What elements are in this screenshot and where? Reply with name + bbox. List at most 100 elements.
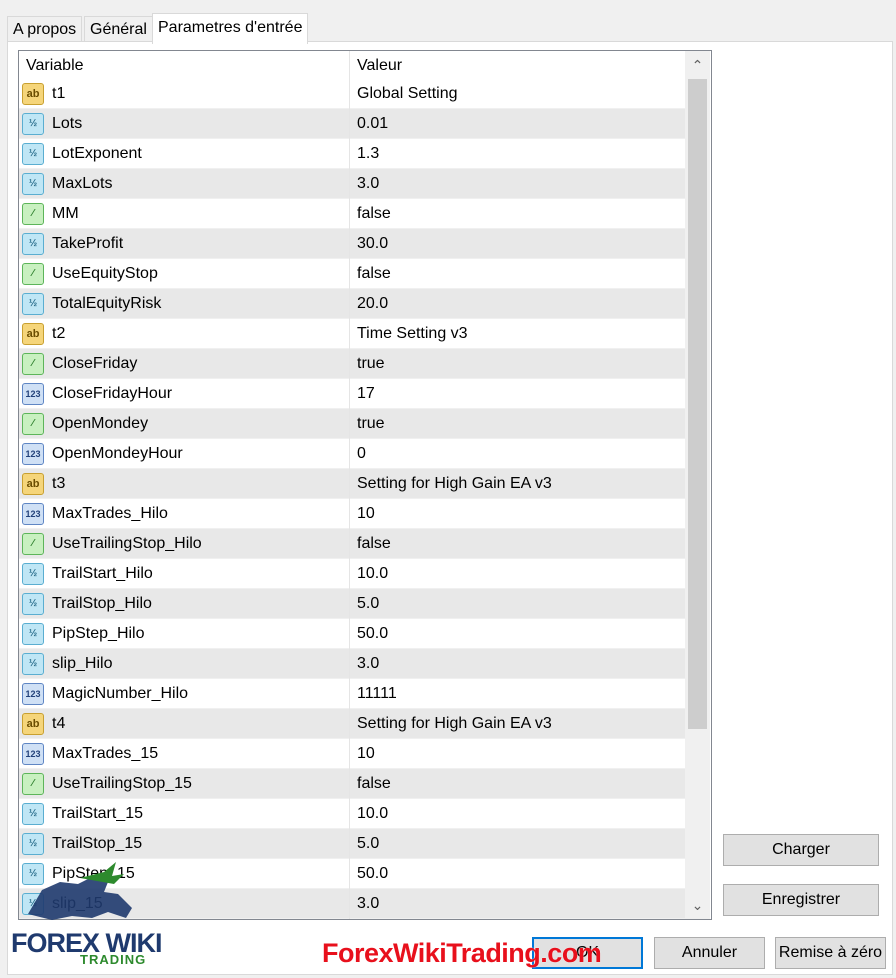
double-glyph: ½ — [22, 173, 44, 195]
double-type-icon: ½ — [22, 143, 44, 165]
string-glyph: ab — [22, 713, 44, 735]
double-type-icon: ½ — [22, 293, 44, 315]
variable-value[interactable]: 3.0 — [350, 889, 685, 919]
table-row[interactable]: ½ TrailStart_15 10.0 — [19, 799, 685, 829]
table-row[interactable]: ⁄ UseTrailingStop_15 false — [19, 769, 685, 799]
variable-value[interactable]: 0.01 — [350, 109, 685, 139]
variable-value[interactable]: 50.0 — [350, 859, 685, 889]
bool-glyph: ⁄ — [22, 533, 44, 555]
double-type-icon: ½ — [22, 233, 44, 255]
variable-name: t1 — [52, 79, 350, 109]
int-glyph: 123 — [22, 683, 44, 705]
double-type-icon: ½ — [22, 833, 44, 855]
table-row[interactable]: 123 CloseFridayHour 17 — [19, 379, 685, 409]
double-glyph: ½ — [22, 863, 44, 885]
string-glyph: ab — [22, 473, 44, 495]
variable-name: UseEquityStop — [52, 259, 350, 289]
table-row[interactable]: 123 MaxTrades_15 10 — [19, 739, 685, 769]
int-glyph: 123 — [22, 503, 44, 525]
tab-general[interactable]: Général — [84, 16, 153, 43]
variable-name: UseTrailingStop_15 — [52, 769, 350, 799]
ok-button[interactable]: OK — [532, 937, 643, 969]
variable-value[interactable]: Setting for High Gain EA v3 — [350, 469, 685, 499]
int-type-icon: 123 — [22, 503, 44, 525]
int-type-icon: 123 — [22, 743, 44, 765]
double-glyph: ½ — [22, 593, 44, 615]
table-row[interactable]: ⁄ UseEquityStop false — [19, 259, 685, 289]
variable-value[interactable]: 10 — [350, 499, 685, 529]
table-row[interactable]: ab t4 Setting for High Gain EA v3 — [19, 709, 685, 739]
variable-value[interactable]: 10 — [350, 739, 685, 769]
variable-value[interactable]: 17 — [350, 379, 685, 409]
vertical-scrollbar[interactable]: ⌃ ⌄ — [685, 51, 710, 919]
column-header-value[interactable]: Valeur — [350, 51, 685, 79]
table-row[interactable]: ab t3 Setting for High Gain EA v3 — [19, 469, 685, 499]
variable-value[interactable]: false — [350, 769, 685, 799]
variable-value[interactable]: 11111 — [350, 679, 685, 709]
table-row[interactable]: ab t2 Time Setting v3 — [19, 319, 685, 349]
scroll-down-button[interactable]: ⌄ — [685, 891, 710, 919]
variable-name: t2 — [52, 319, 350, 349]
tab-about[interactable]: A propos — [7, 16, 83, 43]
table-row[interactable]: ab t1 Global Setting — [19, 79, 685, 109]
bool-glyph: ⁄ — [22, 263, 44, 285]
scroll-up-button[interactable]: ⌃ — [685, 51, 710, 79]
variable-value[interactable]: false — [350, 529, 685, 559]
tab-input-parameters[interactable]: Parametres d'entrée — [152, 13, 309, 44]
table-row[interactable]: ½ TrailStart_Hilo 10.0 — [19, 559, 685, 589]
double-type-icon: ½ — [22, 623, 44, 645]
table-row[interactable]: ⁄ CloseFriday true — [19, 349, 685, 379]
table-row[interactable]: 123 MagicNumber_Hilo 11111 — [19, 679, 685, 709]
variable-value[interactable]: 5.0 — [350, 829, 685, 859]
variable-value[interactable]: true — [350, 349, 685, 379]
variable-value[interactable]: 0 — [350, 439, 685, 469]
variable-value[interactable]: 10.0 — [350, 799, 685, 829]
double-type-icon: ½ — [22, 593, 44, 615]
table-row[interactable]: ⁄ UseTrailingStop_Hilo false — [19, 529, 685, 559]
table-row[interactable]: ½ TrailStop_Hilo 5.0 — [19, 589, 685, 619]
variable-value[interactable]: false — [350, 199, 685, 229]
variable-name: LotExponent — [52, 139, 350, 169]
table-row[interactable]: ½ PipStep_15 50.0 — [19, 859, 685, 889]
variable-value[interactable]: Setting for High Gain EA v3 — [350, 709, 685, 739]
variable-name: TrailStop_15 — [52, 829, 350, 859]
int-glyph: 123 — [22, 743, 44, 765]
variable-value[interactable]: 5.0 — [350, 589, 685, 619]
scrollbar-thumb[interactable] — [688, 79, 707, 729]
variable-name: Lots — [52, 109, 350, 139]
load-button[interactable]: Charger — [723, 834, 879, 866]
table-row[interactable]: ½ TakeProfit 30.0 — [19, 229, 685, 259]
variable-value[interactable]: false — [350, 259, 685, 289]
table-row[interactable]: 123 OpenMondeyHour 0 — [19, 439, 685, 469]
cancel-button[interactable]: Annuler — [654, 937, 765, 969]
variable-value[interactable]: 1.3 — [350, 139, 685, 169]
table-row[interactable]: ½ PipStep_Hilo 50.0 — [19, 619, 685, 649]
double-type-icon: ½ — [22, 863, 44, 885]
reset-button[interactable]: Remise à zéro — [775, 937, 886, 969]
table-row[interactable]: ½ slip_15 3.0 — [19, 889, 685, 919]
table-row[interactable]: ½ LotExponent 1.3 — [19, 139, 685, 169]
table-row[interactable]: 123 MaxTrades_Hilo 10 — [19, 499, 685, 529]
variable-value[interactable]: true — [350, 409, 685, 439]
table-row[interactable]: ⁄ OpenMondey true — [19, 409, 685, 439]
variable-value[interactable]: Time Setting v3 — [350, 319, 685, 349]
string-type-icon: ab — [22, 83, 44, 105]
column-header-variable[interactable]: Variable — [19, 51, 350, 79]
variable-value[interactable]: 20.0 — [350, 289, 685, 319]
variable-value[interactable]: 30.0 — [350, 229, 685, 259]
variable-value[interactable]: 50.0 — [350, 619, 685, 649]
variable-value[interactable]: 3.0 — [350, 649, 685, 679]
table-row[interactable]: ½ TrailStop_15 5.0 — [19, 829, 685, 859]
table-row[interactable]: ½ MaxLots 3.0 — [19, 169, 685, 199]
variable-value[interactable]: 10.0 — [350, 559, 685, 589]
save-button[interactable]: Enregistrer — [723, 884, 879, 916]
variable-name: CloseFridayHour — [52, 379, 350, 409]
variable-name: CloseFriday — [52, 349, 350, 379]
variable-name: TakeProfit — [52, 229, 350, 259]
variable-value[interactable]: Global Setting — [350, 79, 685, 109]
variable-value[interactable]: 3.0 — [350, 169, 685, 199]
table-row[interactable]: ½ TotalEquityRisk 20.0 — [19, 289, 685, 319]
table-row[interactable]: ½ Lots 0.01 — [19, 109, 685, 139]
table-row[interactable]: ½ slip_Hilo 3.0 — [19, 649, 685, 679]
table-row[interactable]: ⁄ MM false — [19, 199, 685, 229]
